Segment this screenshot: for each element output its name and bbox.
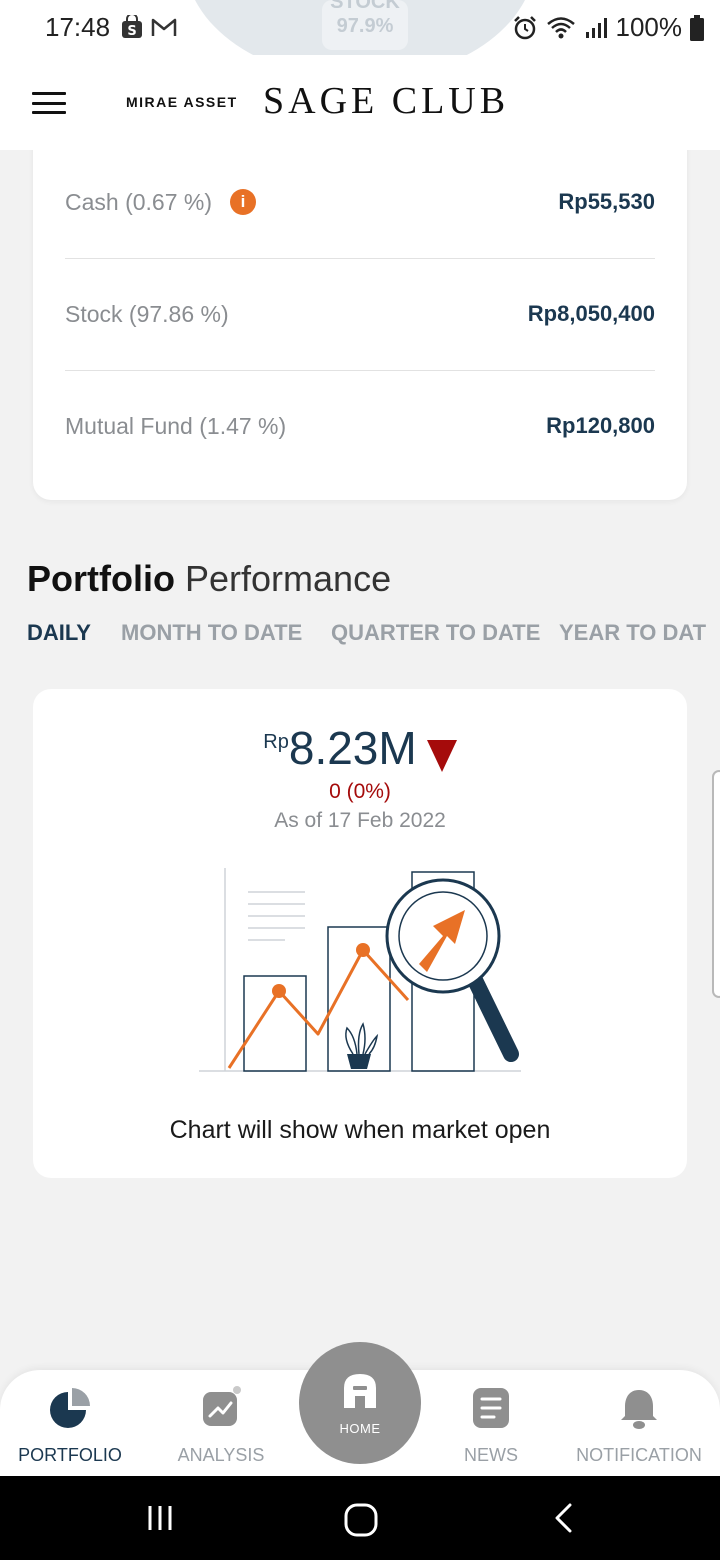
wifi-icon (546, 16, 575, 38)
allocation-row-cash[interactable]: Cash (0.67 %) i Rp55,530 (65, 146, 655, 258)
bubble-value: 97.9% (336, 15, 394, 37)
nav-label-portfolio: PORTFOLIO (18, 1445, 122, 1465)
allocation-label-mutual-fund: Mutual Fund (1.47 %) (65, 412, 287, 439)
portfolio-value-amount: 8.23M (288, 722, 417, 774)
signal-icon (585, 17, 607, 38)
chart-placeholder-message: Chart will show when market open (169, 1116, 551, 1144)
tab-month-to-date[interactable]: MONTH TO DATE (121, 620, 302, 646)
hamburger-icon[interactable] (32, 92, 66, 114)
home-system-icon[interactable] (343, 1502, 379, 1538)
side-drawer-handle[interactable] (712, 770, 720, 998)
nav-notification[interactable]: NOTIFICATION (575, 1386, 703, 1466)
line-chart-icon (203, 1386, 241, 1426)
nav-home-button[interactable]: HOME (299, 1342, 421, 1464)
recent-apps-icon[interactable] (144, 1502, 176, 1534)
portfolio-value: Rp8.23M (33, 721, 687, 776)
nav-label-notification: NOTIFICATION (576, 1445, 702, 1465)
brand-sage-club: SAGE CLUB (263, 80, 510, 122)
title-bold: Portfolio (27, 558, 175, 599)
bubble-label: STOCK (330, 0, 400, 13)
system-navigation-bar (0, 1476, 720, 1560)
nav-label-news: NEWS (464, 1445, 518, 1465)
allocation-label-cash: Cash (0.67 %) i (65, 188, 257, 216)
alarm-icon (513, 15, 536, 39)
home-icon (344, 1374, 376, 1408)
news-icon (473, 1388, 509, 1428)
battery-icon (690, 14, 704, 41)
nav-label-home: HOME (339, 1421, 381, 1436)
allocation-row-stock[interactable]: Stock (97.86 %) Rp8,050,400 (65, 258, 655, 370)
allocation-value-stock: Rp8,050,400 (527, 301, 655, 326)
nav-analysis[interactable]: ANALYSIS (170, 1386, 272, 1466)
brand-mirae-asset: MIRAE ASSET (126, 94, 238, 110)
section-title-portfolio-performance: Portfolio Performance (27, 558, 391, 600)
nav-news[interactable]: NEWS (452, 1386, 530, 1466)
back-icon[interactable] (548, 1502, 578, 1534)
tab-daily[interactable]: DAILY (27, 620, 91, 646)
nav-label-analysis: ANALYSIS (177, 1445, 265, 1465)
app-header: MIRAE ASSET SAGE CLUB (0, 55, 720, 150)
allocation-value-cash: Rp55,530 (558, 189, 655, 214)
svg-text:S: S (127, 24, 136, 39)
allocation-value-mutual-fund: Rp120,800 (546, 413, 655, 438)
bell-icon (621, 1390, 657, 1429)
tab-year-to-date[interactable]: YEAR TO DAT (559, 620, 706, 646)
tab-quarter-to-date[interactable]: QUARTER TO DATE (331, 620, 540, 646)
allocation-bubble-badge: STOCK 97.9% (322, 0, 408, 50)
info-icon[interactable]: i (230, 189, 257, 215)
as-of-date: As of 17 Feb 2022 (274, 809, 446, 832)
market-closed-illustration (199, 868, 521, 1072)
mail-icon (151, 18, 177, 36)
asset-allocation-card: Cash (0.67 %) i Rp55,530 Stock (97.86 %)… (33, 120, 687, 500)
performance-chart-card: Rp8.23M 0 (0%) As of 17 Feb 2022 Chart w… (33, 689, 687, 1178)
cash-label-text: Cash (0.67 %) (65, 188, 213, 215)
status-bar: STOCK 97.9% 17:48 S 100% (0, 0, 720, 80)
down-triangle-icon (426, 739, 457, 772)
pie-chart-icon (50, 1388, 90, 1428)
status-right: 100% (512, 12, 704, 43)
portfolio-change: 0 (0%) (329, 780, 391, 803)
allocation-row-mutual-fund[interactable]: Mutual Fund (1.47 %) Rp120,800 (65, 370, 655, 482)
performance-tabs: DAILY MONTH TO DATE QUARTER TO DATE YEAR… (27, 620, 720, 650)
title-light: Performance (185, 558, 392, 599)
currency-label: Rp (263, 731, 289, 753)
allocation-label-stock: Stock (97.86 %) (65, 300, 229, 327)
shopping-bag-icon: S (122, 15, 142, 39)
battery-percent: 100% (615, 12, 683, 42)
nav-portfolio[interactable]: PORTFOLIO (16, 1386, 124, 1466)
status-time: 17:48 (45, 12, 111, 42)
